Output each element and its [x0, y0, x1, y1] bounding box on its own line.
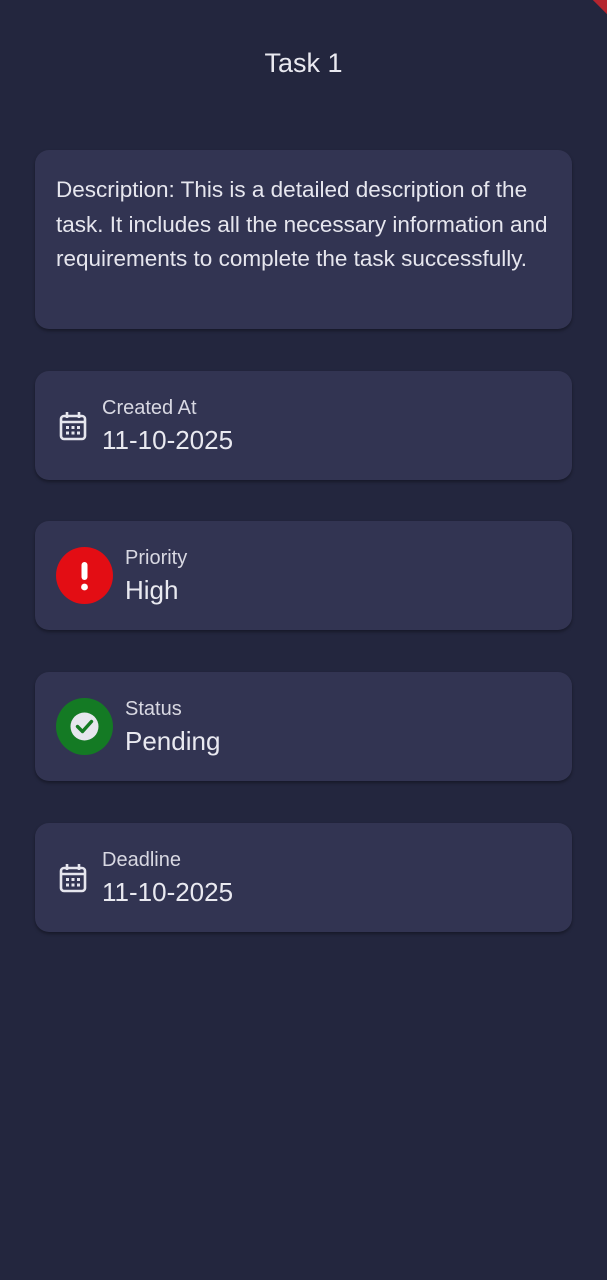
- description-card: Description: This is a detailed descript…: [35, 150, 572, 329]
- status-label: Status: [125, 698, 182, 720]
- status-value: Pending: [125, 726, 221, 756]
- exclamation-icon: [56, 547, 113, 604]
- priority-label: Priority: [125, 547, 188, 569]
- corner-debug-ribbon: [592, 0, 607, 15]
- page-title: Task 1: [264, 48, 343, 78]
- check-circle-icon: [56, 698, 113, 755]
- calendar-icon: [59, 864, 87, 893]
- deadline-value: 11-10-2025: [102, 877, 234, 907]
- created-at-card: Created At 11-10-2025: [35, 371, 572, 480]
- deadline-card: Deadline 11-10-2025: [35, 823, 572, 932]
- description-text: Description: This is a detailed descript…: [56, 177, 548, 271]
- priority-value: High: [125, 575, 179, 605]
- status-card: Status Pending: [35, 672, 572, 781]
- created-at-value: 11-10-2025: [102, 425, 234, 455]
- created-at-label: Created At: [102, 397, 197, 419]
- deadline-label: Deadline: [102, 849, 181, 871]
- calendar-icon: [59, 412, 87, 441]
- priority-card: Priority High: [35, 521, 572, 630]
